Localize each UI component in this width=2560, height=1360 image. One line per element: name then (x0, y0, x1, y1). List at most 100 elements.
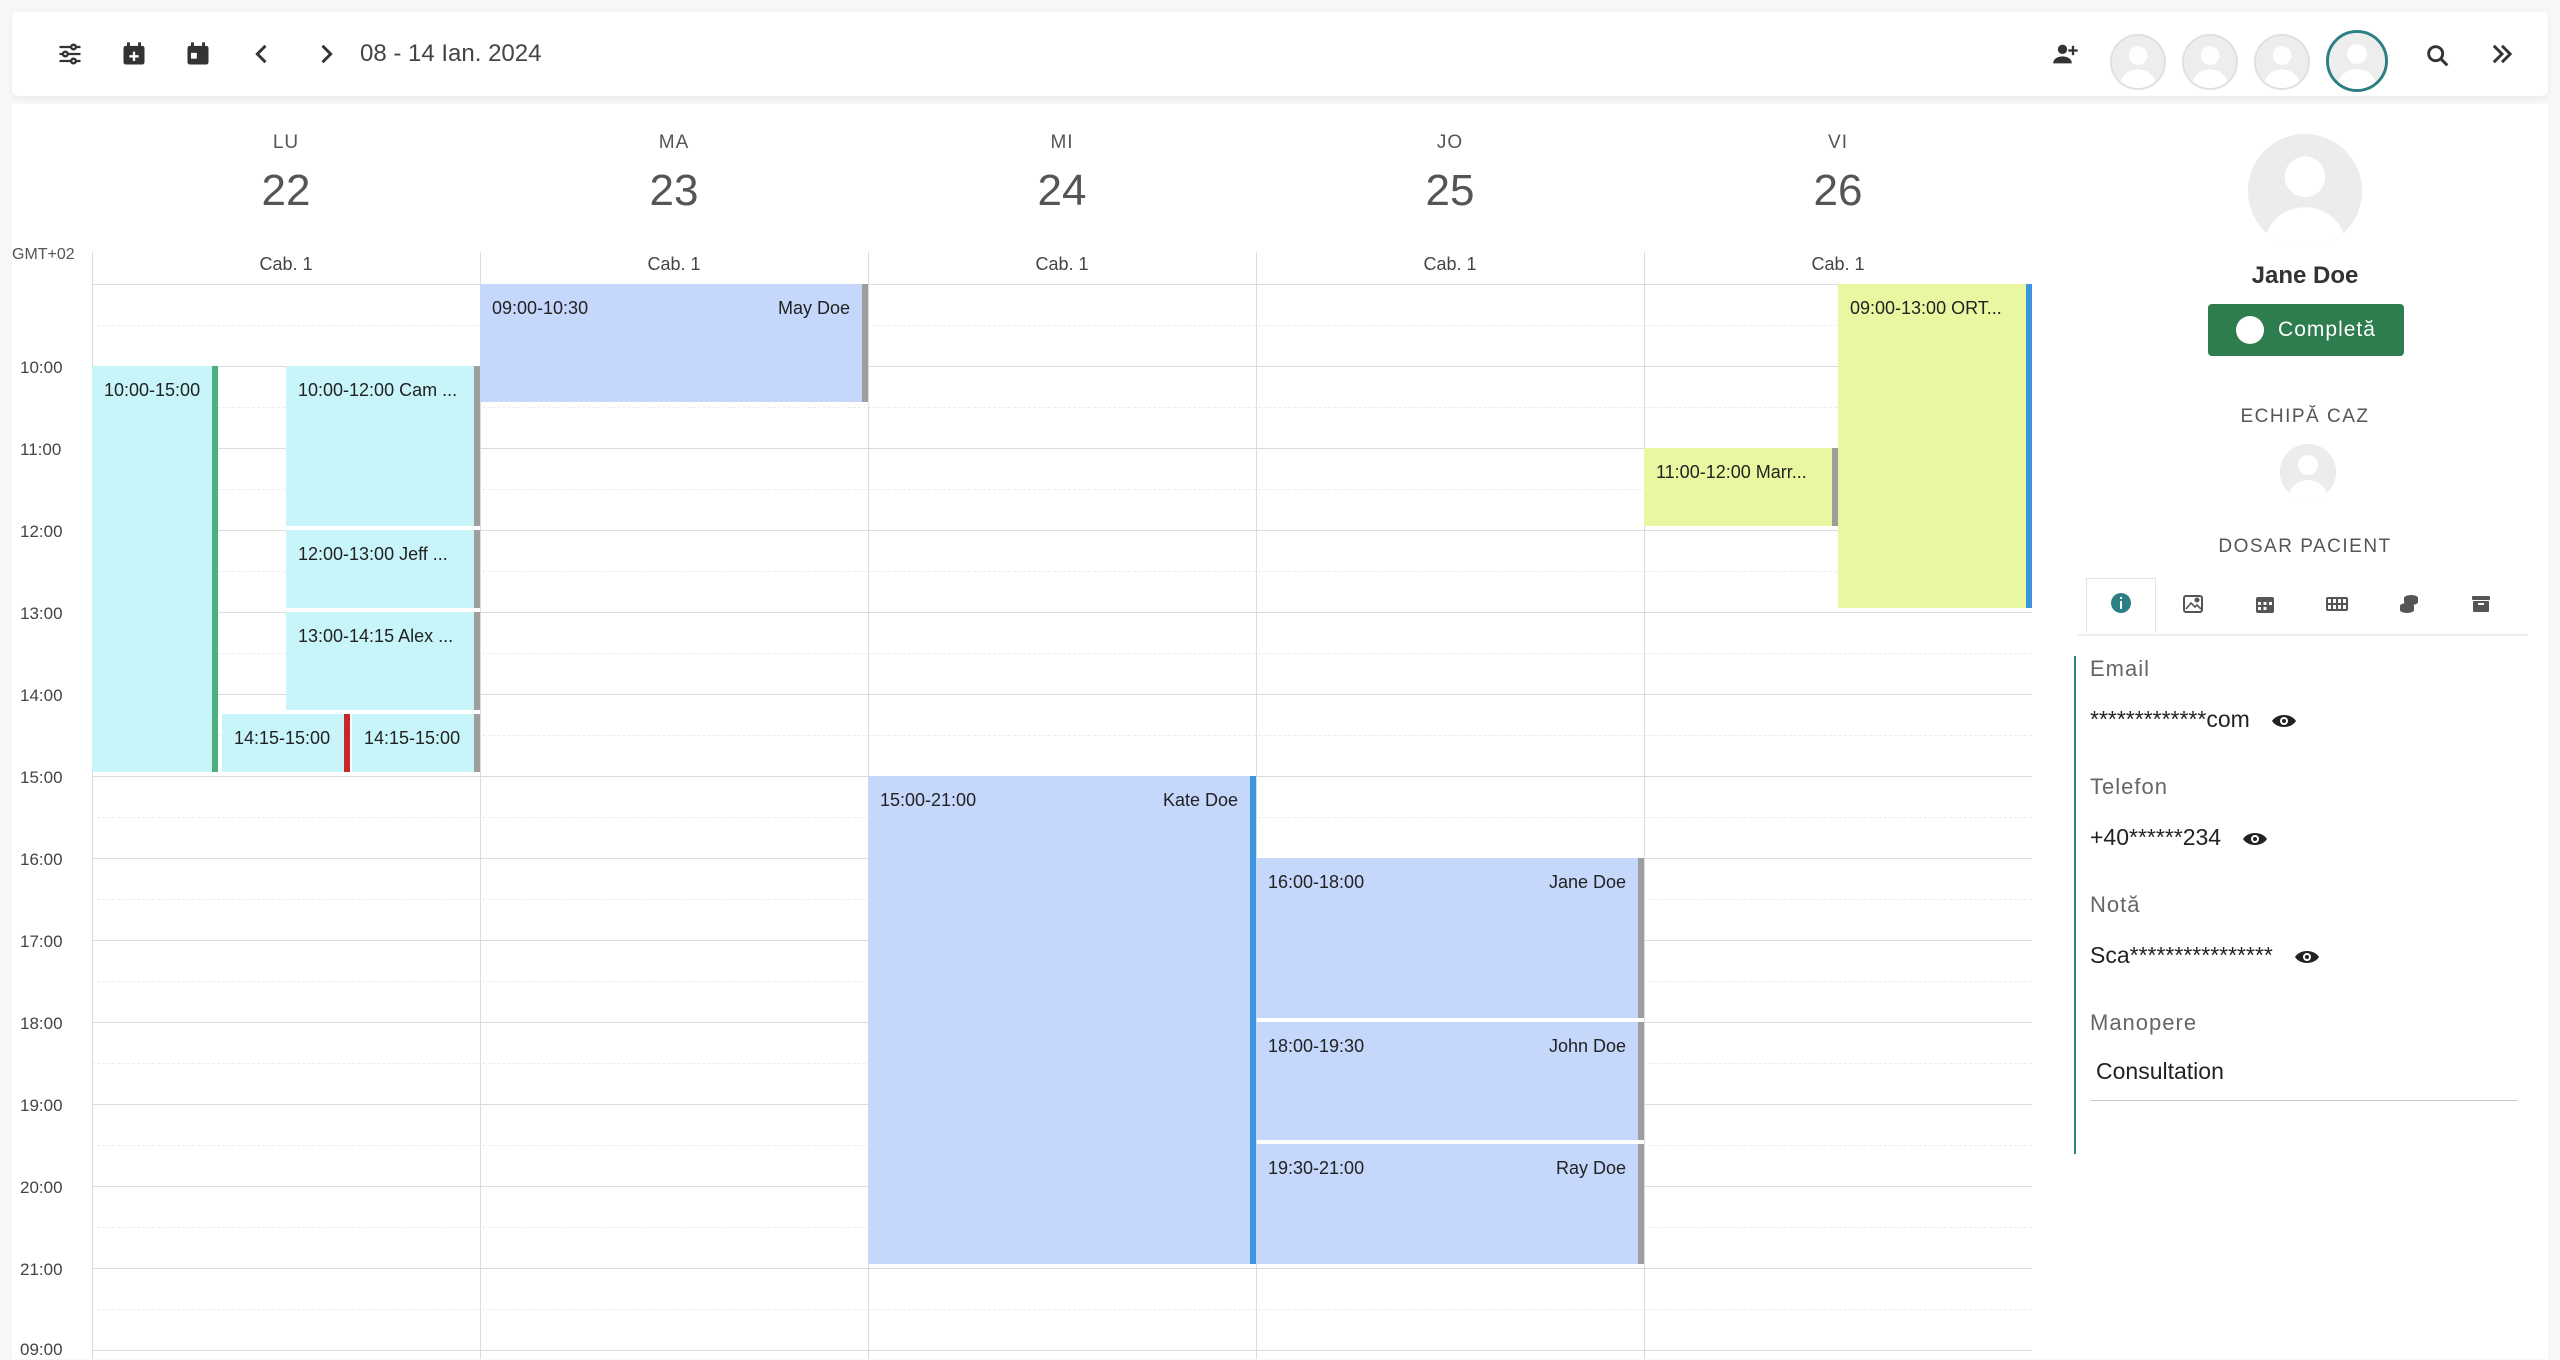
status-dot-icon (2236, 316, 2265, 344)
appointment-time: 10:00-15:00 (104, 380, 201, 400)
add-user-icon[interactable] (2046, 34, 2086, 74)
status-button[interactable]: Completă (2208, 304, 2404, 356)
procedures-value[interactable]: Consultation (2096, 1058, 2224, 1085)
day-header-thu[interactable]: JO 25 (1256, 132, 1644, 216)
calendar-icon (2253, 592, 2277, 621)
time-label: 12:00 (20, 522, 63, 541)
day-number: 25 (1425, 166, 1475, 215)
appointment-time: 11:00-12:00 Marr... (1656, 462, 1807, 482)
tab-payments[interactable] (2374, 578, 2444, 634)
appointment-status-bar (474, 714, 480, 772)
procedures-underline (2090, 1100, 2518, 1101)
day-header-wed[interactable]: MI 24 (868, 132, 1256, 216)
tab-archive[interactable] (2446, 578, 2516, 634)
day-header-fri[interactable]: VI 26 (1644, 132, 2032, 216)
eye-icon[interactable] (2270, 710, 2298, 730)
image-icon (2181, 592, 2205, 621)
patient-avatar (2248, 134, 2362, 248)
email-value: *************com (2090, 706, 2298, 733)
patient-file-tabs (2078, 578, 2528, 636)
appointment-block[interactable]: 14:15-15:00 (222, 714, 350, 772)
appointment-block[interactable]: 09:00-10:30 May Doe (480, 284, 868, 402)
patient-panel: Jane Doe Completă ECHIPĂ CAZ DOSAR PACIE… (2074, 104, 2548, 1204)
grid-line (92, 284, 2032, 285)
appointment-status-bar (474, 612, 480, 710)
time-label: 13:00 (20, 604, 63, 623)
appointment-block[interactable]: 12:00-13:00 Jeff ... (286, 530, 480, 608)
appointment-block[interactable]: 09:00-13:00 ORT... (1838, 284, 2032, 608)
add-event-calendar-icon[interactable] (114, 34, 154, 74)
staff-avatar-1[interactable] (2110, 34, 2166, 90)
phone-masked: +40******234 (2090, 824, 2222, 850)
appointment-block[interactable]: 18:00-19:30 John Doe (1256, 1022, 1644, 1140)
phone-value: +40******234 (2090, 824, 2269, 851)
grid-line (92, 325, 2032, 326)
patient-file-title: DOSAR PACIENT (2218, 536, 2392, 557)
appointment-time: 09:00-13:00 ORT... (1850, 298, 2002, 318)
appointment-status-bar (2026, 284, 2032, 608)
appointment-status-bar (212, 366, 218, 772)
time-label: 19:00 (20, 1096, 63, 1115)
staff-avatar-selected[interactable] (2326, 30, 2388, 92)
day-number: 23 (649, 166, 699, 215)
status-label: Completă (2278, 318, 2376, 341)
chevron-left-icon[interactable] (242, 34, 282, 74)
day-abbr: MA (658, 132, 690, 153)
day-abbr: LU (272, 132, 300, 153)
column-divider (480, 252, 481, 1359)
appointment-status-bar (344, 714, 350, 772)
grid-line (92, 1268, 2032, 1269)
calendar-grid[interactable]: 10:00-15:00 10:00-12:00 Cam ... 12:00-13… (92, 252, 2032, 1359)
eye-icon[interactable] (2293, 946, 2321, 966)
eye-icon[interactable] (2241, 828, 2269, 848)
email-masked: *************com (2090, 706, 2250, 732)
appointment-time: 14:15-15:00 (234, 728, 331, 748)
appointment-patient: May Doe (777, 298, 850, 318)
tab-images[interactable] (2158, 578, 2228, 634)
appointment-block[interactable]: 19:30-21:00 Ray Doe (1256, 1144, 1644, 1264)
coins-icon (2397, 592, 2421, 621)
appointment-status-bar (862, 284, 868, 402)
time-label: 18:00 (20, 1014, 63, 1033)
staff-avatar-3[interactable] (2254, 34, 2310, 90)
time-label: 21:00 (20, 1260, 63, 1279)
time-label: 10:00 (20, 358, 63, 377)
time-label: 17:00 (20, 932, 63, 951)
tab-info[interactable] (2086, 578, 2156, 634)
archive-icon (2469, 592, 2493, 621)
patient-name: Jane Doe (2251, 262, 2359, 289)
appointment-patient: John Doe (1548, 1036, 1626, 1056)
search-icon[interactable] (2418, 36, 2458, 76)
date-range-label: 08 - 14 Ian. 2024 (360, 40, 542, 67)
today-calendar-icon[interactable] (178, 34, 218, 74)
time-label: 09:00 (20, 1340, 63, 1359)
day-header-tue[interactable]: MA 23 (480, 132, 868, 216)
appointment-time: 09:00-10:30 (492, 298, 589, 318)
filter-settings-icon[interactable] (50, 34, 90, 74)
appointment-time: 19:30-21:00 (1268, 1158, 1365, 1178)
time-label: 16:00 (20, 850, 63, 869)
appointment-block[interactable]: 14:15-15:00 (352, 714, 480, 772)
collapse-panel-icon[interactable] (2482, 34, 2522, 74)
day-header-mon[interactable]: LU 22 (92, 132, 480, 216)
chevron-right-icon[interactable] (306, 34, 346, 74)
tab-treatment-plan[interactable] (2302, 578, 2372, 634)
procedures-label: Manopere (2090, 1010, 2198, 1035)
room-label: Cab. 1 (1035, 254, 1089, 274)
appointment-block[interactable]: 16:00-18:00 Jane Doe (1256, 858, 1644, 1018)
tab-appointments[interactable] (2230, 578, 2300, 634)
appointment-block[interactable]: 13:00-14:15 Alex ... (286, 612, 480, 710)
day-abbr: VI (1828, 132, 1848, 153)
appointment-block[interactable]: 15:00-21:00 Kate Doe (868, 776, 1256, 1264)
appointment-block[interactable]: 10:00-12:00 Cam ... (286, 366, 480, 526)
grid-line (92, 1309, 2032, 1310)
calendar-main: LU 22 MA 23 MI 24 JO 25 VI 26 GMT+02 Cab… (12, 104, 2548, 1359)
section-accent-bar (2074, 656, 2076, 1154)
appointment-block[interactable]: 10:00-15:00 (92, 366, 218, 772)
phone-label: Telefon (2090, 774, 2168, 799)
day-abbr: JO (1436, 132, 1464, 153)
team-member-avatar[interactable] (2280, 444, 2336, 500)
staff-avatar-2[interactable] (2182, 34, 2238, 90)
appointment-time: 15:00-21:00 (880, 790, 977, 810)
appointment-block[interactable]: 11:00-12:00 Marr... (1644, 448, 1838, 526)
